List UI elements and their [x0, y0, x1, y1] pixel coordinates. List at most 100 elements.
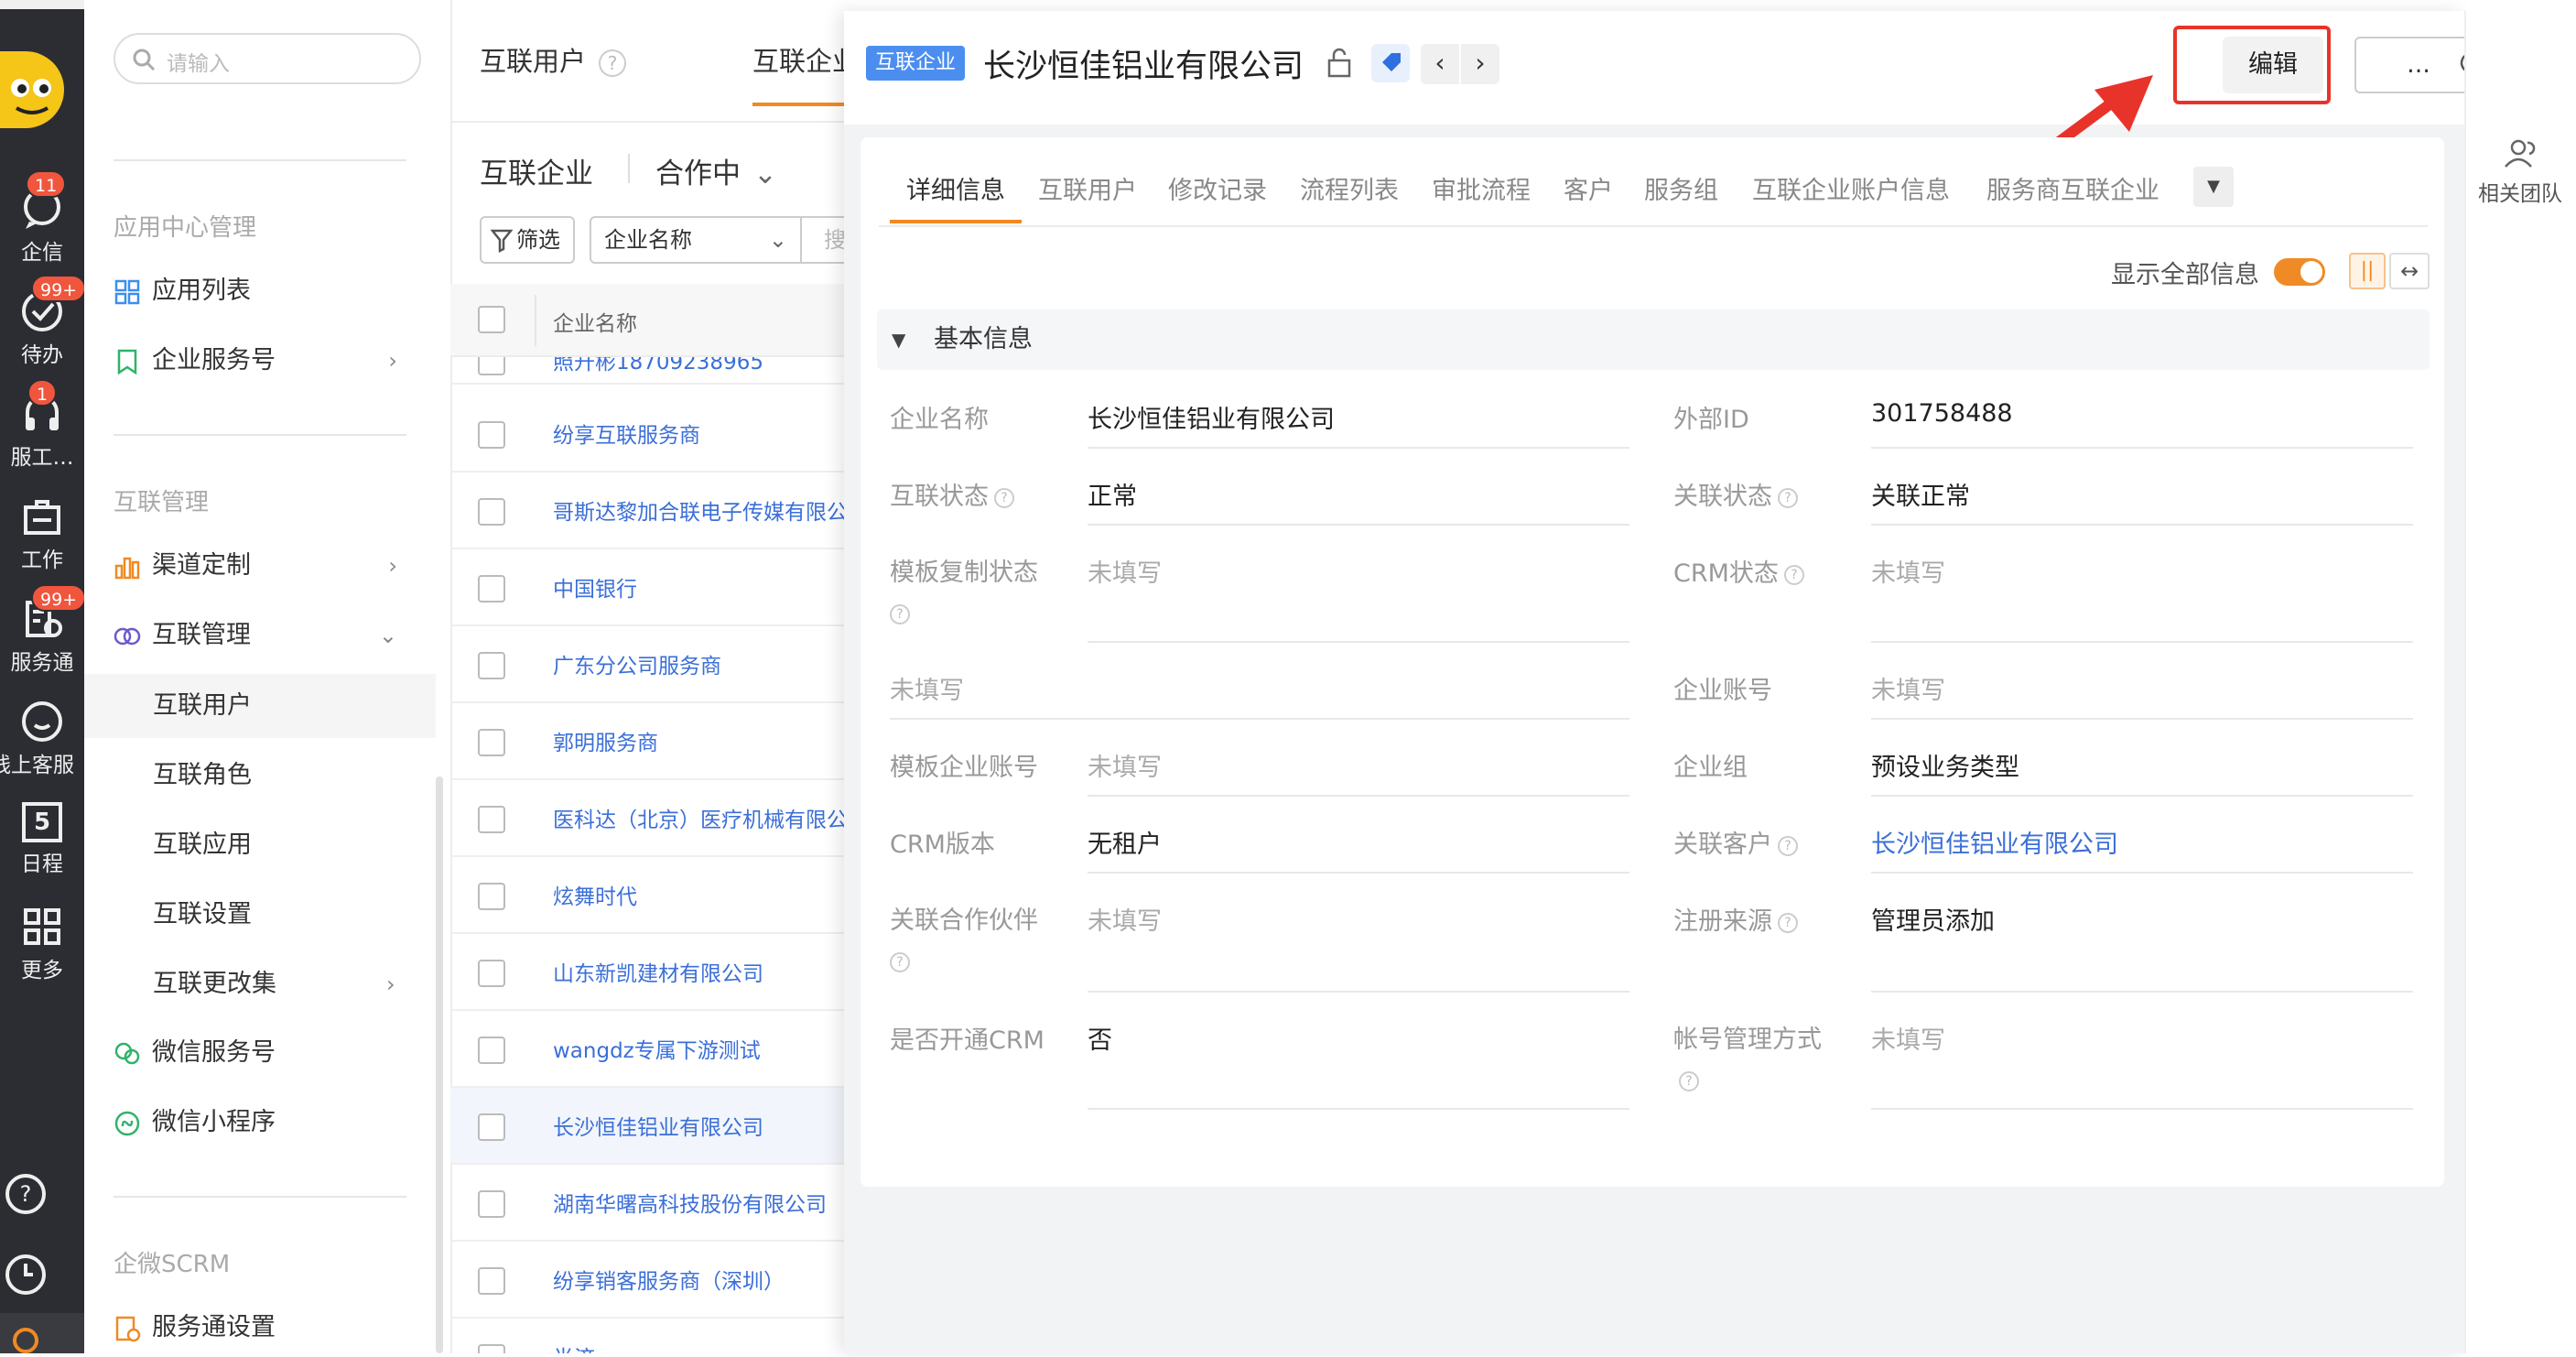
- menu-search-input[interactable]: 请输入: [114, 33, 421, 84]
- row-checkbox[interactable]: [478, 1344, 505, 1353]
- menu-item-service-settings[interactable]: 服务通设置: [114, 1300, 416, 1355]
- rail-item-service-tong[interactable]: 服务通 99+: [0, 584, 87, 675]
- prev-record-button[interactable]: ‹: [1421, 44, 1459, 84]
- help-icon[interactable]: ?: [4, 1172, 48, 1216]
- help-icon[interactable]: ?: [1778, 835, 1798, 856]
- row-checkbox[interactable]: [478, 1267, 505, 1295]
- tab-detail-info[interactable]: 详细信息: [906, 170, 1005, 206]
- submenu-interconnect-roles[interactable]: 互联角色: [84, 744, 436, 808]
- table-row[interactable]: 纷享互联服务商: [450, 396, 850, 472]
- help-icon[interactable]: ?: [1778, 487, 1798, 508]
- tab-account-info[interactable]: 互联企业账户信息: [1752, 170, 1950, 206]
- submenu-interconnect-users[interactable]: 互联用户: [84, 674, 436, 738]
- row-checkbox[interactable]: [478, 729, 505, 756]
- row-checkbox[interactable]: [478, 652, 505, 679]
- row-name[interactable]: 长沙恒佳铝业有限公司: [553, 1110, 850, 1141]
- tab-interconnect-users[interactable]: 互联用户: [1038, 170, 1137, 206]
- row-name[interactable]: 纷享互联服务商: [553, 418, 850, 449]
- table-row[interactable]: 纷享销客服务商（深圳）: [450, 1242, 850, 1319]
- row-name[interactable]: 广东分公司服务商: [553, 648, 850, 679]
- row-checkbox[interactable]: [478, 575, 505, 603]
- help-icon[interactable]: ?: [890, 603, 910, 624]
- row-checkbox[interactable]: [478, 883, 505, 910]
- view-filter-dropdown[interactable]: 合作中 ⌄: [655, 150, 777, 191]
- row-name[interactable]: 炫舞时代: [553, 879, 850, 910]
- user-avatar[interactable]: [0, 51, 64, 128]
- tab-interconnect-users[interactable]: 互联用户?: [480, 40, 627, 79]
- search-field-select[interactable]: 企业名称 ⌄: [590, 216, 802, 264]
- menu-item-channel[interactable]: 渠道定制 ›: [114, 538, 416, 593]
- table-row-partial[interactable]: 照升彬18709238965: [450, 357, 850, 385]
- related-team-button[interactable]: 相关团队: [2464, 137, 2576, 211]
- row-checkbox[interactable]: [478, 806, 505, 833]
- rail-item-calendar[interactable]: 5 日程: [0, 795, 84, 877]
- rail-item-more[interactable]: 更多: [0, 897, 84, 982]
- table-row[interactable]: 中国银行: [450, 549, 850, 626]
- tab-change-log[interactable]: 修改记录: [1168, 170, 1267, 206]
- rail-item-work[interactable]: 工作: [0, 487, 84, 572]
- row-checkbox[interactable]: [478, 357, 505, 375]
- submenu-interconnect-changeset[interactable]: 互联更改集 ›: [84, 952, 436, 1016]
- row-checkbox[interactable]: [478, 421, 505, 449]
- rail-item-qixin[interactable]: 企信 11: [0, 170, 84, 265]
- row-checkbox[interactable]: [478, 498, 505, 526]
- list-search-input[interactable]: 搜: [802, 216, 850, 264]
- edit-button[interactable]: 编辑: [2223, 37, 2323, 93]
- settings-icon[interactable]: [0, 1313, 84, 1353]
- table-row[interactable]: 炫舞时代: [450, 857, 850, 934]
- table-row-selected[interactable]: 长沙恒佳铝业有限公司: [450, 1088, 850, 1165]
- tab-approval-flow[interactable]: 审批流程: [1432, 170, 1531, 206]
- filter-button[interactable]: 筛选: [480, 216, 575, 264]
- show-all-toggle[interactable]: [2274, 258, 2325, 286]
- menu-item-app-list[interactable]: 应用列表: [114, 264, 416, 319]
- table-row[interactable]: 郭明服务商: [450, 703, 850, 780]
- rail-item-todo[interactable]: 待办 99+: [0, 275, 87, 367]
- menu-item-wechat-mini[interactable]: 微信小程序: [114, 1095, 416, 1150]
- next-record-button[interactable]: ›: [1461, 44, 1499, 84]
- menu-item-enterprise-service[interactable]: 企业服务号 ›: [114, 333, 416, 388]
- section-header-basic[interactable]: ▼ 基本信息: [877, 309, 2430, 370]
- table-row[interactable]: wangdz专属下游测试: [450, 1011, 850, 1088]
- tab-provider-enterprise[interactable]: 服务商互联企业: [1986, 170, 2159, 206]
- row-name[interactable]: 山东新凯建材有限公司: [553, 956, 850, 987]
- row-name[interactable]: 哥斯达黎加合联电子传媒有限公司: [553, 494, 850, 526]
- expand-width-icon[interactable]: ↔: [2389, 253, 2430, 289]
- table-row[interactable]: 医科达（北京）医疗机械有限公司: [450, 780, 850, 857]
- submenu-interconnect-settings[interactable]: 互联设置: [84, 883, 436, 947]
- row-name[interactable]: 纷享销客服务商（深圳）: [553, 1264, 850, 1295]
- table-row[interactable]: 湖南华曙高科技股份有限公司: [450, 1165, 850, 1242]
- rail-item-online-service[interactable]: 线上客服: [0, 692, 84, 777]
- help-icon[interactable]: ?: [599, 49, 627, 77]
- table-row[interactable]: 广东分公司服务商: [450, 626, 850, 703]
- row-name[interactable]: 中国银行: [553, 571, 850, 603]
- row-name[interactable]: 半济: [553, 1341, 850, 1353]
- column-layout-icon[interactable]: ||: [2349, 253, 2386, 289]
- unlock-icon[interactable]: [1326, 48, 1353, 79]
- tab-process-list[interactable]: 流程列表: [1300, 170, 1399, 206]
- tab-interconnect-enterprise[interactable]: 互联企业: [752, 40, 844, 79]
- rail-item-service-ticket[interactable]: 服工… 1: [0, 379, 84, 470]
- field-value-linked-customer[interactable]: 长沙恒佳铝业有限公司: [1871, 824, 2118, 860]
- select-all-checkbox[interactable]: [478, 306, 505, 333]
- table-row[interactable]: 半济: [450, 1319, 850, 1353]
- table-row[interactable]: 哥斯达黎加合联电子传媒有限公司: [450, 472, 850, 549]
- tab-customer[interactable]: 客户: [1564, 170, 1613, 206]
- menu-item-interconnect-manage[interactable]: 互联管理 ⌄: [114, 608, 416, 663]
- help-icon[interactable]: ?: [1783, 564, 1804, 585]
- table-row[interactable]: 山东新凯建材有限公司: [450, 934, 850, 1011]
- row-checkbox[interactable]: [478, 1190, 505, 1218]
- row-name[interactable]: 郭明服务商: [553, 725, 850, 756]
- tag-label-icon[interactable]: [1371, 44, 1410, 82]
- row-checkbox[interactable]: [478, 960, 505, 987]
- help-icon[interactable]: ?: [1778, 912, 1798, 933]
- tab-service-group[interactable]: 服务组: [1644, 170, 1718, 206]
- help-icon[interactable]: ?: [994, 487, 1014, 508]
- row-name[interactable]: 湖南华曙高科技股份有限公司: [553, 1187, 850, 1218]
- row-checkbox[interactable]: [478, 1037, 505, 1064]
- menu-scrollbar[interactable]: [436, 776, 443, 1353]
- submenu-interconnect-apps[interactable]: 互联应用: [84, 813, 436, 877]
- row-name[interactable]: 照升彬18709238965: [553, 357, 763, 375]
- menu-item-wechat-service[interactable]: 微信服务号: [114, 1026, 416, 1080]
- help-icon[interactable]: ?: [890, 951, 910, 972]
- row-name[interactable]: wangdz专属下游测试: [553, 1033, 850, 1064]
